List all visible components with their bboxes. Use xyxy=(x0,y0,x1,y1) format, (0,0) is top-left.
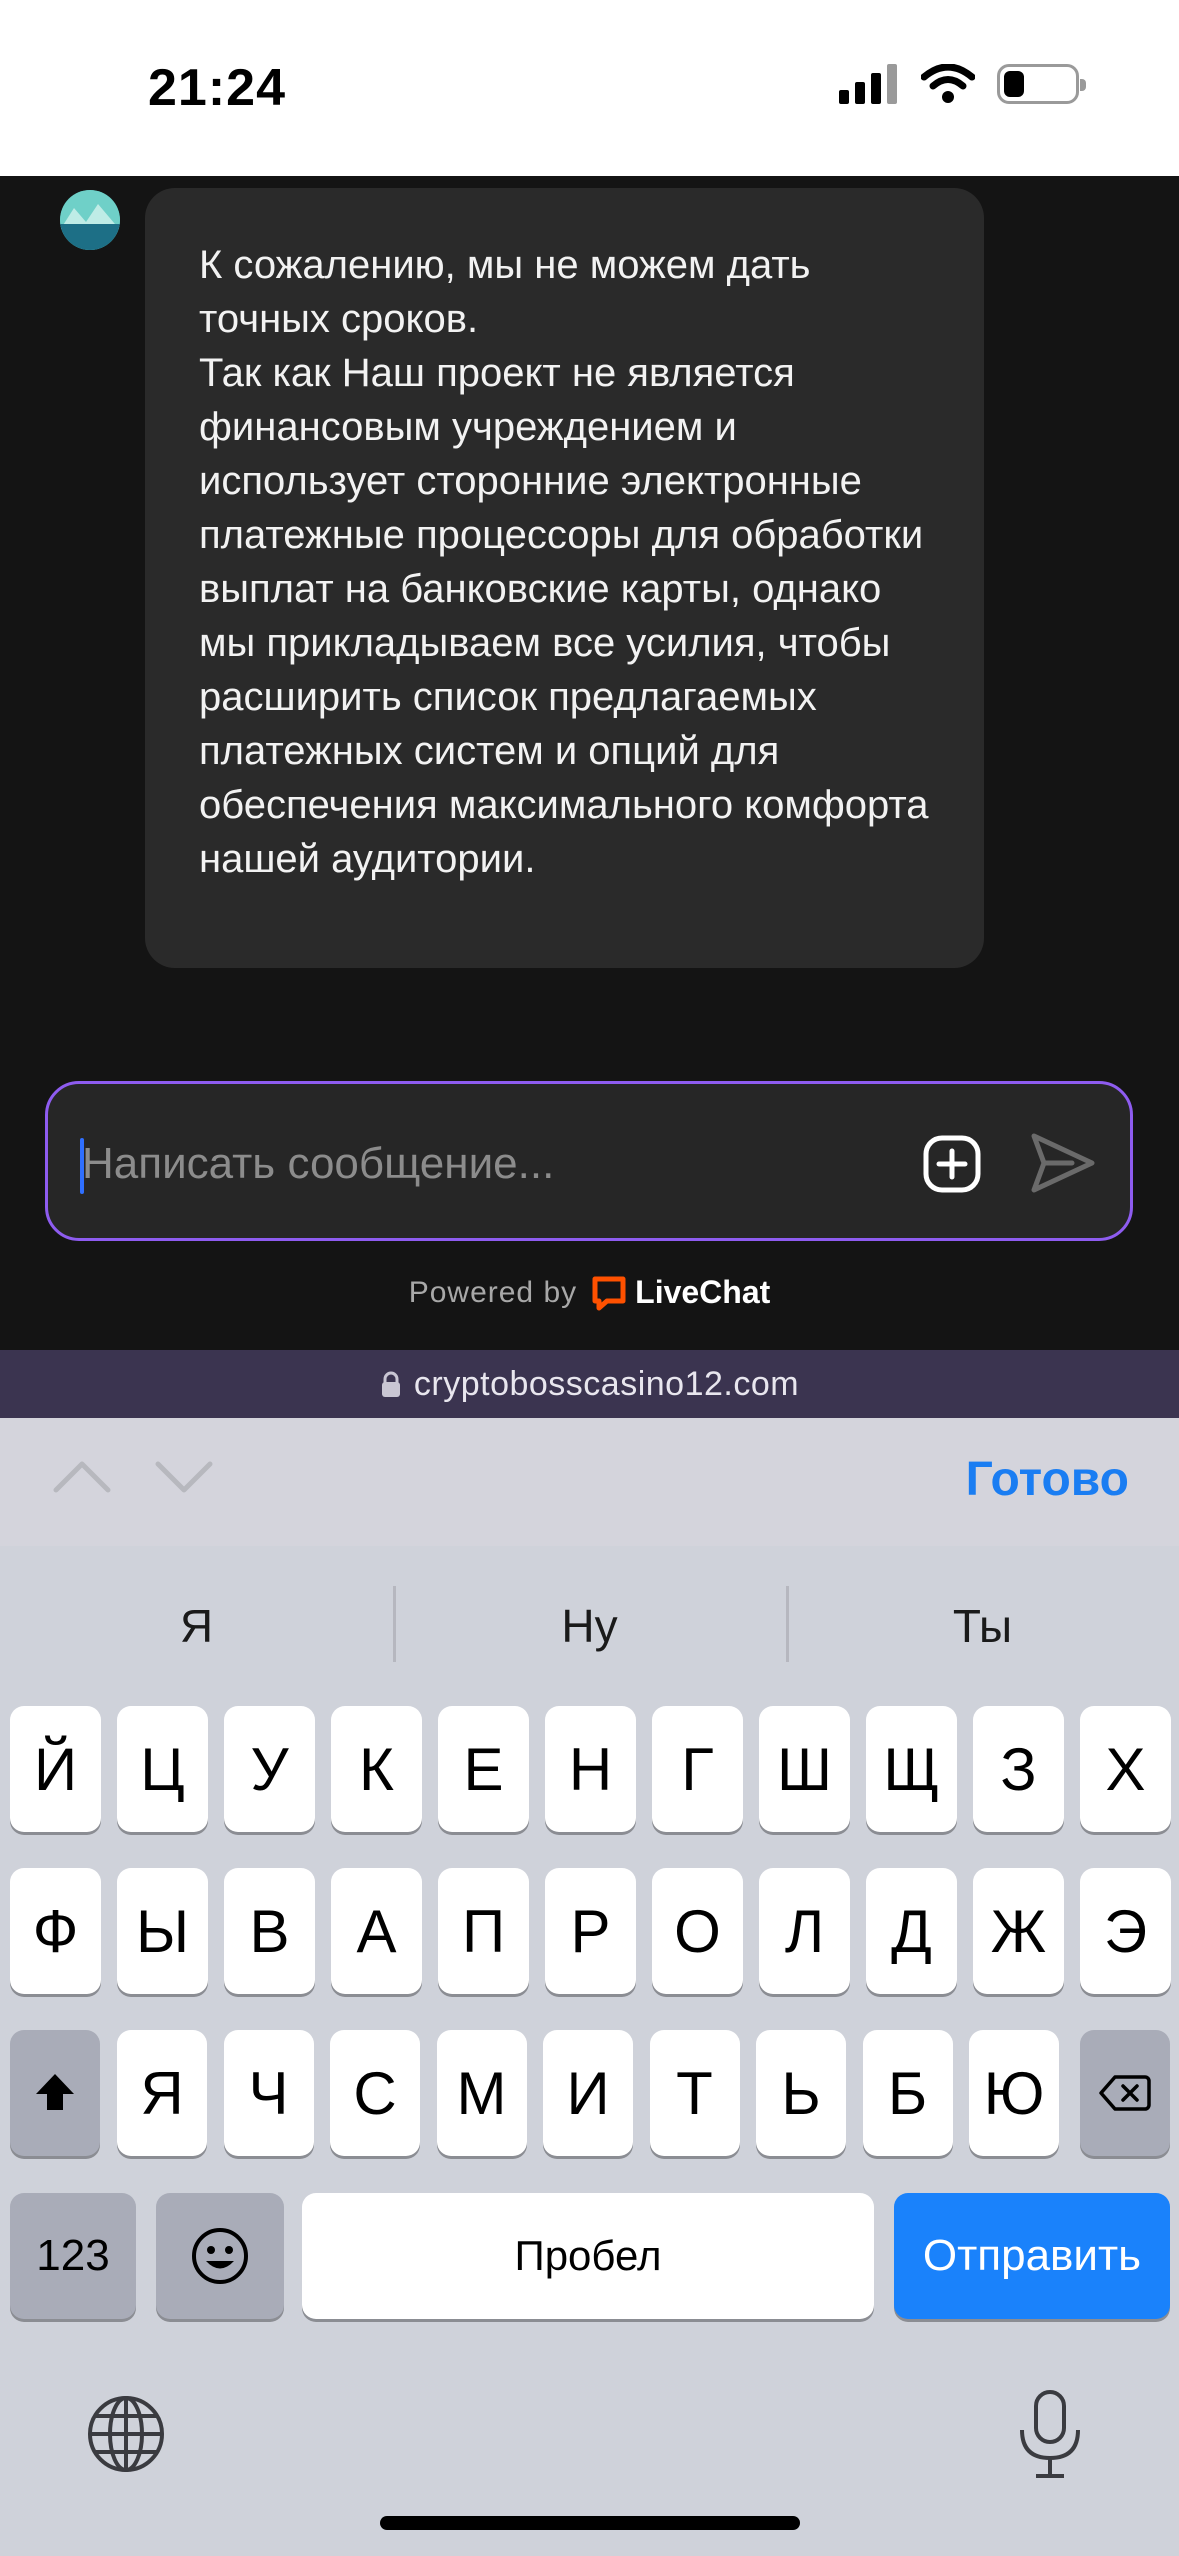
delete-icon xyxy=(1099,2075,1151,2111)
suggestion-item[interactable]: Ну xyxy=(393,1546,786,1706)
key-Д[interactable]: Д xyxy=(866,1868,957,1994)
key-И[interactable]: И xyxy=(543,2030,633,2156)
url-text: cryptobosscasino12.com xyxy=(413,1364,800,1403)
key-Б[interactable]: Б xyxy=(862,2030,953,2156)
send-key[interactable]: Отправить xyxy=(894,2193,1170,2319)
battery-icon xyxy=(997,64,1086,104)
status-bar: 21:24 xyxy=(0,0,1179,176)
key-Ы[interactable]: Ы xyxy=(117,1868,208,1994)
send-icon xyxy=(1031,1133,1095,1193)
chevron-down-icon[interactable] xyxy=(154,1456,214,1496)
key-П[interactable]: П xyxy=(438,1868,529,1994)
key-Ь[interactable]: Ь xyxy=(756,2030,846,2156)
agent-message-bubble: К сожалению, мы не можем дать точных сро… xyxy=(145,188,984,968)
status-time: 21:24 xyxy=(148,59,286,117)
microphone-icon[interactable] xyxy=(1012,2388,1088,2480)
numbers-key-label: 123 xyxy=(36,2231,110,2280)
status-icons xyxy=(839,64,1086,104)
mountain-avatar-icon xyxy=(60,190,120,250)
shift-key[interactable] xyxy=(10,2030,100,2156)
key-Ц[interactable]: Ц xyxy=(117,1706,208,1832)
chat-area: К сожалению, мы не можем дать точных сро… xyxy=(0,176,1179,1350)
message-text: К сожалению, мы не можем дать точных сро… xyxy=(199,243,929,881)
key-Н[interactable]: Н xyxy=(545,1706,636,1832)
keyboard-suggestions: Я Ну Ты xyxy=(0,1546,1179,1706)
key-З[interactable]: З xyxy=(973,1706,1064,1832)
key-Х[interactable]: Х xyxy=(1080,1706,1171,1832)
key-Г[interactable]: Г xyxy=(652,1706,743,1832)
done-button[interactable]: Готово xyxy=(966,1452,1129,1507)
key-Ж[interactable]: Ж xyxy=(973,1868,1064,1994)
livechat-logo[interactable]: LiveChat xyxy=(591,1274,770,1311)
key-А[interactable]: А xyxy=(331,1868,422,1994)
send-key-label: Отправить xyxy=(922,2231,1142,2280)
livechat-icon xyxy=(592,1276,626,1310)
key-В[interactable]: В xyxy=(224,1868,315,1994)
key-Й[interactable]: Й xyxy=(10,1706,101,1832)
key-У[interactable]: У xyxy=(224,1706,315,1832)
key-Щ[interactable]: Щ xyxy=(866,1706,957,1832)
powered-by-label: Powered by xyxy=(408,1275,578,1309)
keyboard-accessory-bar: Готово xyxy=(0,1418,1179,1546)
key-Р[interactable]: Р xyxy=(545,1868,636,1994)
key-Т[interactable]: Т xyxy=(649,2030,740,2156)
message-composer[interactable] xyxy=(45,1081,1133,1241)
cellular-signal-icon xyxy=(839,64,897,104)
livechat-brand-name: LiveChat xyxy=(635,1274,771,1310)
key-Е[interactable]: Е xyxy=(438,1706,529,1832)
lock-icon xyxy=(381,1371,400,1397)
powered-by-footer: Powered by LiveChat xyxy=(0,1274,1179,1311)
emoji-icon xyxy=(192,2228,248,2284)
attach-button[interactable] xyxy=(922,1134,982,1194)
key-О[interactable]: О xyxy=(652,1868,743,1994)
browser-url-bar[interactable]: cryptobosscasino12.com xyxy=(0,1350,1179,1418)
globe-icon[interactable] xyxy=(86,2394,166,2474)
space-key[interactable]: Пробел xyxy=(302,2193,874,2319)
key-Ю[interactable]: Ю xyxy=(969,2030,1059,2156)
send-message-button[interactable] xyxy=(1028,1130,1098,1196)
message-input[interactable] xyxy=(82,1124,902,1204)
key-Я[interactable]: Я xyxy=(117,2030,207,2156)
suggestion-item[interactable]: Я xyxy=(0,1546,393,1706)
suggestion-item[interactable]: Ты xyxy=(786,1546,1179,1706)
key-Ш[interactable]: Ш xyxy=(759,1706,850,1832)
key-Л[interactable]: Л xyxy=(759,1868,850,1994)
home-indicator xyxy=(380,2516,800,2530)
delete-key[interactable] xyxy=(1080,2030,1170,2156)
space-key-label: Пробел xyxy=(514,2232,662,2279)
numbers-key[interactable]: 123 xyxy=(10,2193,136,2319)
key-М[interactable]: М xyxy=(436,2030,527,2156)
emoji-key[interactable] xyxy=(156,2193,284,2319)
plus-square-icon xyxy=(923,1135,981,1193)
chevron-up-icon[interactable] xyxy=(52,1456,112,1496)
wifi-icon xyxy=(921,64,975,103)
key-Ф[interactable]: Ф xyxy=(10,1868,101,1994)
key-К[interactable]: К xyxy=(331,1706,422,1832)
key-С[interactable]: С xyxy=(330,2030,420,2156)
key-Ч[interactable]: Ч xyxy=(223,2030,314,2156)
key-Э[interactable]: Э xyxy=(1080,1868,1171,1994)
shift-icon xyxy=(36,2074,74,2110)
